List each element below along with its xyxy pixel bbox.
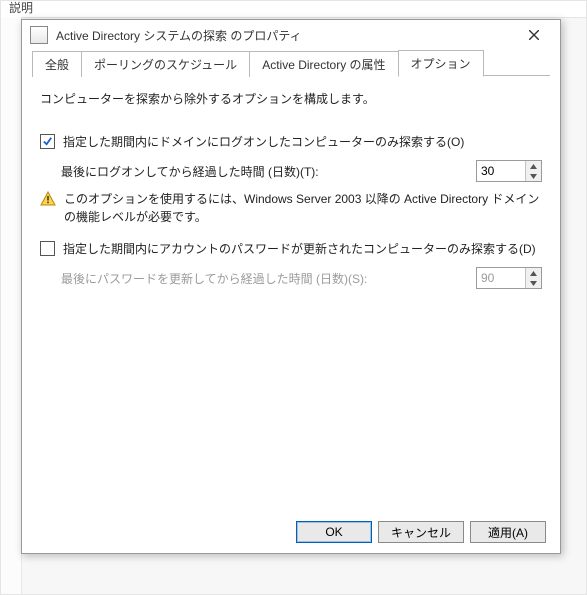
logon-days-row: 最後にログオンしてから経過した時間 (日数)(T): <box>61 160 542 182</box>
password-days-spinner <box>476 267 542 289</box>
warning-row: このオプションを使用するには、Windows Server 2003 以降の A… <box>40 190 542 226</box>
option-logon-row: 指定した期間内にドメインにログオンしたコンピューターのみ探索する(O) <box>40 133 542 150</box>
logon-days-spinner[interactable] <box>476 160 542 182</box>
tab-bar: 全般 ポーリングのスケジュール Active Directory の属性 オプシ… <box>22 50 560 76</box>
cancel-button[interactable]: キャンセル <box>378 521 464 543</box>
logon-days-input[interactable] <box>477 161 525 181</box>
chevron-up-icon <box>530 271 537 276</box>
warning-text: このオプションを使用するには、Windows Server 2003 以降の A… <box>64 190 542 226</box>
chevron-up-icon <box>530 164 537 169</box>
password-days-input <box>477 268 525 288</box>
background-left-strip <box>1 17 22 594</box>
chevron-down-icon <box>530 281 537 286</box>
close-button[interactable] <box>516 24 552 46</box>
logon-days-step-up[interactable] <box>526 161 541 171</box>
password-days-row: 最後にパスワードを更新してから経過した時間 (日数)(S): <box>61 267 542 289</box>
system-menu-icon[interactable] <box>30 26 48 44</box>
checkbox-logon[interactable] <box>40 134 55 149</box>
tab-general[interactable]: 全般 <box>32 51 82 77</box>
warning-icon <box>40 191 56 207</box>
checkbox-logon-label: 指定した期間内にドメインにログオンしたコンピューターのみ探索する(O) <box>63 133 464 150</box>
dialog-client-area: コンピューターを探索から除外するオプションを構成します。 指定した期間内にドメイ… <box>22 76 560 511</box>
tab-ad-attributes[interactable]: Active Directory の属性 <box>249 51 398 77</box>
dialog-button-bar: OK キャンセル 適用(A) <box>22 511 560 553</box>
password-days-step-up <box>526 268 541 278</box>
checkmark-icon <box>42 136 53 147</box>
background-panel-header-text: 説明 <box>9 1 33 15</box>
checkbox-password-label: 指定した期間内にアカウントのパスワードが更新されたコンピューターのみ探索する(D… <box>63 240 536 257</box>
checkbox-password[interactable] <box>40 241 55 256</box>
close-icon <box>529 30 539 40</box>
option-password-row: 指定した期間内にアカウントのパスワードが更新されたコンピューターのみ探索する(D… <box>40 240 542 257</box>
password-days-label: 最後にパスワードを更新してから経過した時間 (日数)(S): <box>61 270 367 287</box>
dialog-window: Active Directory システムの探索 のプロパティ 全般 ポーリング… <box>21 19 561 554</box>
window-title: Active Directory システムの探索 のプロパティ <box>56 27 516 44</box>
ok-button[interactable]: OK <box>296 521 372 543</box>
password-days-step-down <box>526 278 541 288</box>
titlebar[interactable]: Active Directory システムの探索 のプロパティ <box>22 20 560 50</box>
logon-days-label: 最後にログオンしてから経過した時間 (日数)(T): <box>61 163 319 180</box>
chevron-down-icon <box>530 174 537 179</box>
apply-button[interactable]: 適用(A) <box>470 521 546 543</box>
tab-options[interactable]: オプション <box>398 50 484 77</box>
intro-text: コンピューターを探索から除外するオプションを構成します。 <box>40 90 542 107</box>
background-panel-header: 説明 <box>1 1 586 18</box>
logon-days-step-down[interactable] <box>526 171 541 181</box>
tab-polling-schedule[interactable]: ポーリングのスケジュール <box>81 51 250 77</box>
